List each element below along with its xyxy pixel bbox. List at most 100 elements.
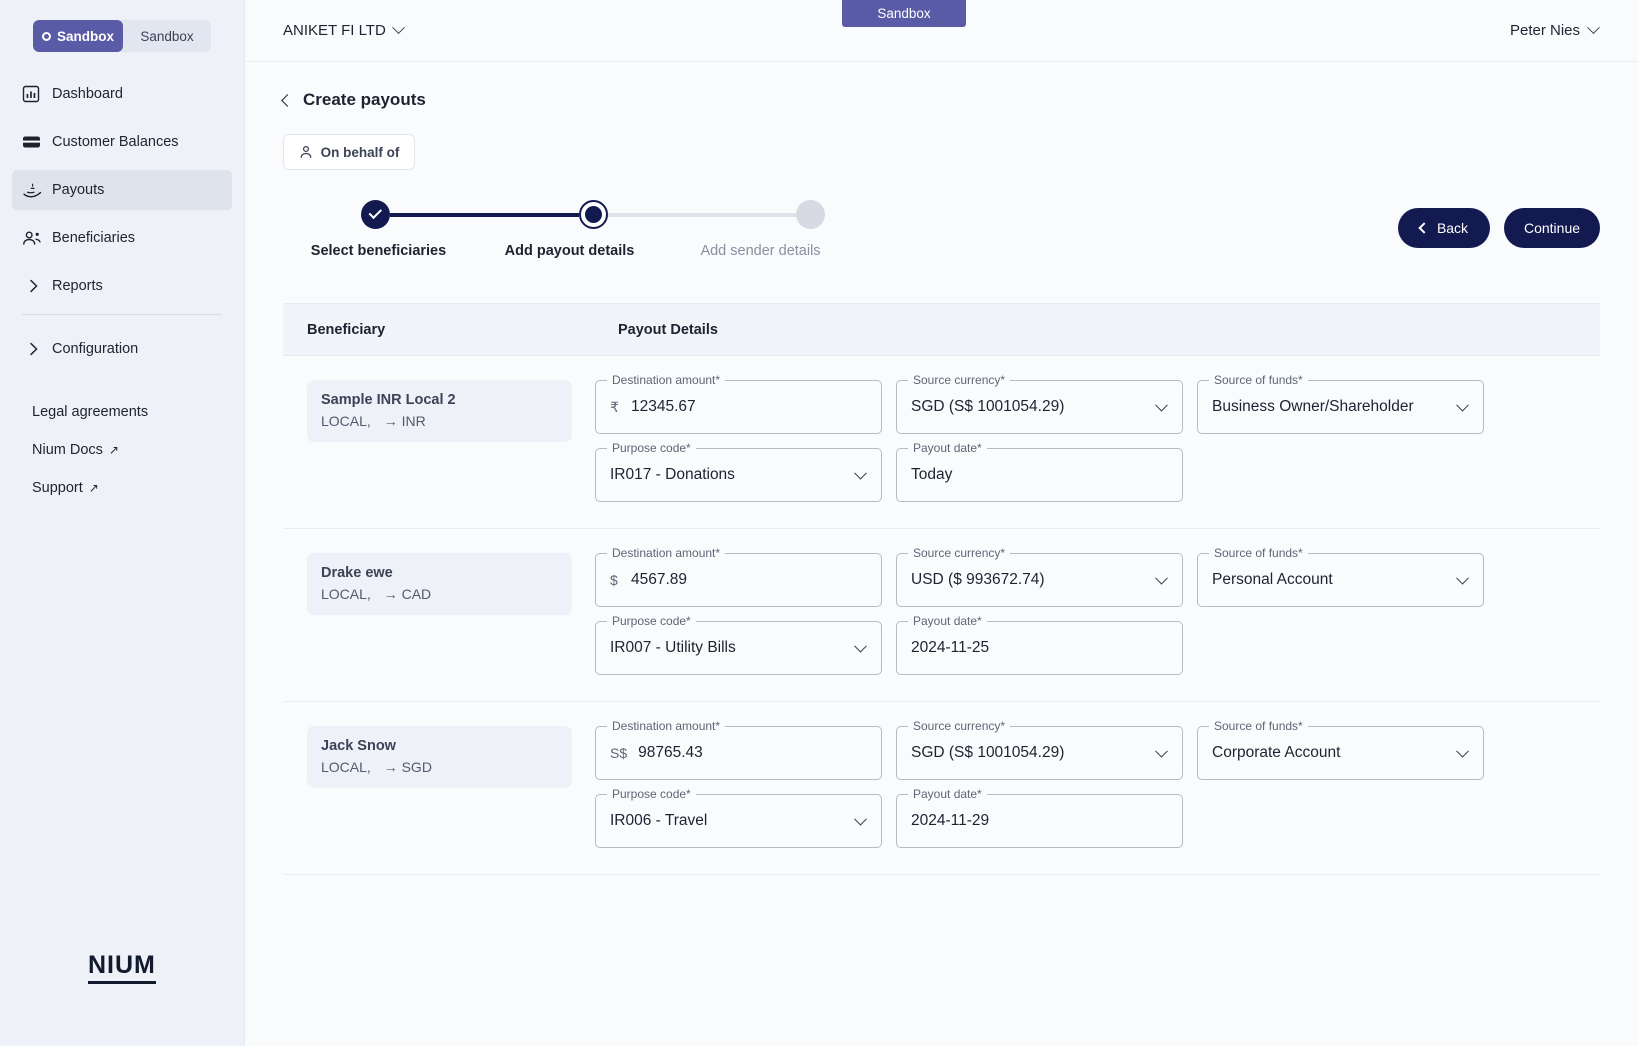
destination-amount-field[interactable]: Destination amount* ₹ 12345.67 <box>595 380 882 434</box>
chevron-left-icon <box>1418 222 1429 233</box>
sidebar-link-label: Nium Docs <box>32 442 103 458</box>
sidebar-link-label: Support <box>32 480 83 496</box>
environment-active-pill[interactable]: Sandbox <box>33 20 123 52</box>
source-currency-select[interactable]: Source currency* SGD (S$ 1001054.29) <box>896 726 1183 780</box>
source-currency-value: SGD (S$ 1001054.29) <box>911 398 1064 416</box>
beneficiary-currency: INR <box>402 413 426 429</box>
payout-date-field[interactable]: Payout date* Today <box>896 448 1183 502</box>
arrow-right-icon: → <box>384 759 398 775</box>
step-node-add-sender-details[interactable] <box>796 200 825 229</box>
source-currency-select[interactable]: Source currency* SGD (S$ 1001054.29) <box>896 380 1183 434</box>
step-label-select-beneficiaries: Select beneficiaries <box>283 243 474 259</box>
beneficiary-name: Jack Snow <box>321 738 558 754</box>
user-name: Peter Nies <box>1510 22 1580 39</box>
source-currency-select[interactable]: Source currency* USD ($ 993672.74) <box>896 553 1183 607</box>
source-of-funds-select[interactable]: Source of funds* Corporate Account <box>1197 726 1484 780</box>
check-icon <box>368 206 381 219</box>
environment-active-label: Sandbox <box>57 29 114 44</box>
chevron-down-icon <box>1155 399 1168 412</box>
payout-date-field[interactable]: Payout date* 2024-11-25 <box>896 621 1183 675</box>
payout-fields: Destination amount* ₹ 12345.67 Source cu… <box>595 380 1600 502</box>
destination-amount-label: Destination amount* <box>607 719 725 733</box>
beneficiary-card[interactable]: Drake ewe LOCAL, → CAD <box>307 553 572 615</box>
sidebar-item-configuration[interactable]: Configuration <box>12 329 232 369</box>
sidebar-link-support[interactable]: Support ↗ <box>12 469 232 507</box>
field-row-2: Purpose code* IR017 - Donations Payout d… <box>595 448 1600 502</box>
sidebar-link-nium-docs[interactable]: Nium Docs ↗ <box>12 431 232 469</box>
destination-amount-value: 98765.43 <box>638 744 703 762</box>
chevron-down-icon <box>1587 21 1600 34</box>
person-icon <box>299 145 313 159</box>
sidebar: Sandbox Sandbox Dashboard <box>0 0 245 1046</box>
currency-symbol: S$ <box>610 745 627 761</box>
external-link-icon: ↗ <box>109 443 119 457</box>
sidebar-item-reports[interactable]: Reports <box>12 266 232 306</box>
sidebar-link-legal-agreements[interactable]: Legal agreements <box>12 393 232 431</box>
environment-toggle[interactable]: Sandbox Sandbox <box>33 20 211 52</box>
breadcrumb[interactable]: Create payouts <box>283 90 1600 110</box>
purpose-code-select[interactable]: Purpose code* IR007 - Utility Bills <box>595 621 882 675</box>
purpose-code-label: Purpose code* <box>607 787 696 801</box>
purpose-code-label: Purpose code* <box>607 614 696 628</box>
radio-dot-icon <box>42 32 51 41</box>
beneficiary-currency: CAD <box>402 586 432 602</box>
sidebar-item-dashboard[interactable]: Dashboard <box>12 74 232 114</box>
wallet-icon <box>22 134 48 150</box>
beneficiary-card[interactable]: Sample INR Local 2 LOCAL, → INR <box>307 380 572 442</box>
stepper-row: Select beneficiaries Add payout details … <box>283 200 1600 259</box>
chevron-down-icon <box>1456 572 1469 585</box>
beneficiary-card[interactable]: Jack Snow LOCAL, → SGD <box>307 726 572 788</box>
beneficiary-meta: LOCAL, → CAD <box>321 586 558 602</box>
beneficiary-cell: Jack Snow LOCAL, → SGD <box>283 726 595 848</box>
payout-date-field[interactable]: Payout date* 2024-11-29 <box>896 794 1183 848</box>
back-button[interactable]: Back <box>1398 208 1490 248</box>
table-row: Jack Snow LOCAL, → SGD Destination amoun… <box>283 702 1600 875</box>
people-icon <box>22 230 48 246</box>
chevron-down-icon <box>1155 572 1168 585</box>
source-currency-value: USD ($ 993672.74) <box>911 571 1045 589</box>
payout-fields: Destination amount* S$ 98765.43 Source c… <box>595 726 1600 848</box>
purpose-code-select[interactable]: Purpose code* IR006 - Travel <box>595 794 882 848</box>
column-header-payout-details: Payout Details <box>618 322 718 338</box>
beneficiary-cell: Sample INR Local 2 LOCAL, → INR <box>283 380 595 502</box>
source-currency-label: Source currency* <box>908 373 1010 387</box>
currency-symbol: ₹ <box>610 399 620 416</box>
purpose-code-value: IR017 - Donations <box>610 466 735 484</box>
chevron-down-icon <box>392 21 405 34</box>
beneficiary-type: LOCAL, <box>321 586 371 602</box>
sidebar-item-payouts[interactable]: Payouts <box>12 170 232 210</box>
stepper-connector-todo <box>608 213 797 217</box>
dashboard-icon <box>22 85 48 103</box>
field-row-1: Destination amount* $ 4567.89 Source cur… <box>595 553 1600 607</box>
beneficiary-meta: LOCAL, → INR <box>321 413 558 429</box>
step-node-add-payout-details[interactable] <box>579 200 608 229</box>
environment-other-label[interactable]: Sandbox <box>123 29 211 44</box>
continue-button[interactable]: Continue <box>1504 208 1600 248</box>
chevron-down-icon <box>1456 745 1469 758</box>
source-currency-value: SGD (S$ 1001054.29) <box>911 744 1064 762</box>
on-behalf-of-button[interactable]: On behalf of <box>283 134 415 170</box>
destination-amount-field[interactable]: Destination amount* $ 4567.89 <box>595 553 882 607</box>
purpose-code-select[interactable]: Purpose code* IR017 - Donations <box>595 448 882 502</box>
purpose-code-value: IR006 - Travel <box>610 812 707 830</box>
step-node-select-beneficiaries[interactable] <box>361 200 390 229</box>
payout-date-value: Today <box>911 466 952 484</box>
user-menu[interactable]: Peter Nies <box>1510 22 1598 39</box>
stepper-labels: Select beneficiaries Add payout details … <box>283 243 903 259</box>
organization-selector[interactable]: ANIKET FI LTD <box>283 22 403 39</box>
destination-amount-field[interactable]: Destination amount* S$ 98765.43 <box>595 726 882 780</box>
source-of-funds-label: Source of funds* <box>1209 546 1308 560</box>
organization-name: ANIKET FI LTD <box>283 22 386 39</box>
continue-button-label: Continue <box>1524 220 1580 236</box>
table-header: Beneficiary Payout Details <box>283 303 1600 356</box>
chevron-down-icon <box>854 467 867 480</box>
sidebar-item-beneficiaries[interactable]: Beneficiaries <box>12 218 232 258</box>
source-of-funds-select[interactable]: Source of funds* Personal Account <box>1197 553 1484 607</box>
column-header-beneficiary: Beneficiary <box>283 322 618 338</box>
sidebar-item-customer-balances[interactable]: Customer Balances <box>12 122 232 162</box>
source-currency-label: Source currency* <box>908 719 1010 733</box>
payout-date-label: Payout date* <box>908 787 987 801</box>
payout-date-value: 2024-11-29 <box>911 812 989 830</box>
chevron-left-icon <box>281 94 294 107</box>
source-of-funds-select[interactable]: Source of funds* Business Owner/Sharehol… <box>1197 380 1484 434</box>
